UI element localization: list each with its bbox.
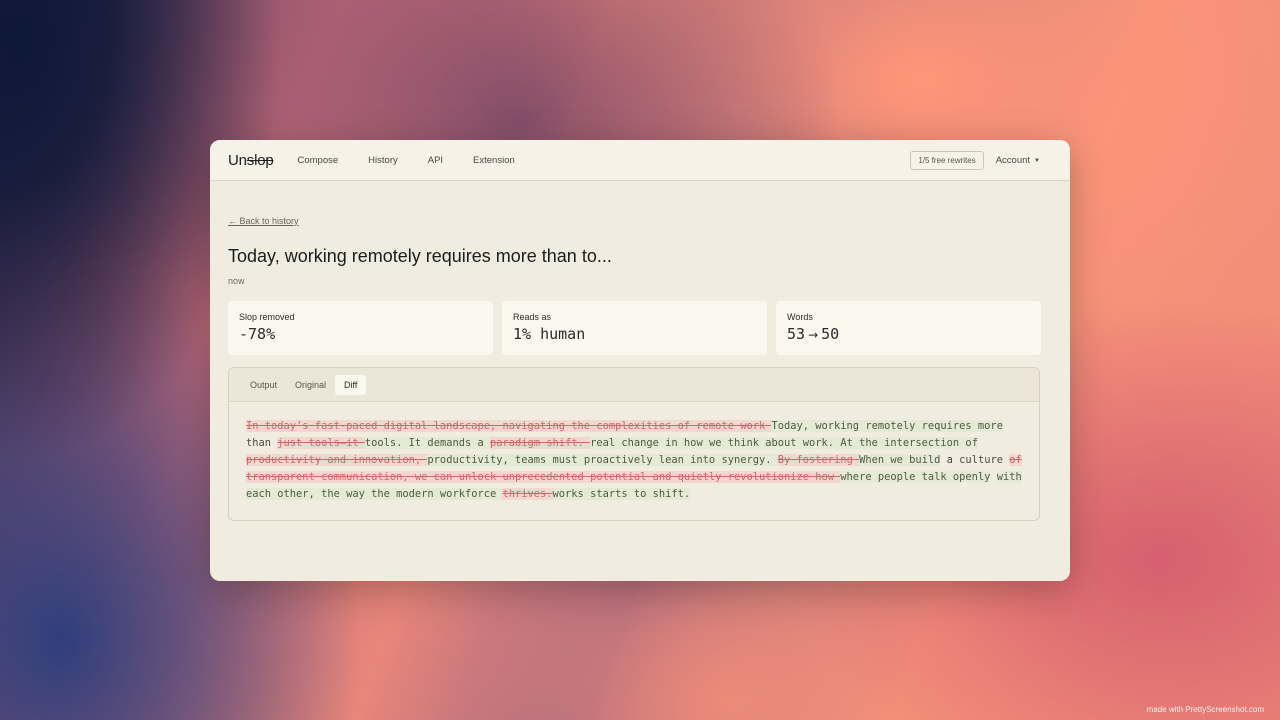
main-content: ← Back to history Today, working remotel… — [210, 181, 1070, 521]
page-title: Today, working remotely requires more th… — [228, 246, 612, 266]
result-panel: Output Original Diff In today’s fast-pac… — [228, 367, 1040, 521]
stat-label: Reads as — [513, 312, 552, 322]
logo-struck: slop — [246, 151, 274, 169]
diff-insertion: Today, working remotely requires more — [771, 420, 1003, 432]
top-nav: Unslop Compose History API Extension 1/5… — [210, 140, 1070, 181]
account-label: Account — [995, 154, 1031, 166]
account-menu[interactable]: Account ▼ — [996, 155, 1040, 166]
tab-original[interactable]: Original — [286, 375, 335, 395]
stat-card-reads-as: Reads as 1% human — [502, 301, 767, 355]
diff-text: In today’s fast-paced digital landscape,… — [229, 402, 1039, 503]
stat-label: Words — [787, 312, 813, 322]
nav-link-extension[interactable]: Extension — [473, 155, 515, 166]
diff-insertion: When we build — [859, 454, 941, 466]
diff-unchanged — [990, 471, 996, 483]
diff-unchanged: than — [246, 437, 278, 449]
chevron-down-icon: ▼ — [1034, 157, 1040, 164]
nav-link-history[interactable]: History — [368, 155, 398, 166]
nav-link-compose[interactable]: Compose — [298, 155, 339, 166]
free-rewrites-badge: 1/5 free rewrites — [910, 150, 984, 170]
diff-deletion: just tools—it — [277, 437, 365, 449]
diff-unchanged: a culture — [940, 454, 1010, 466]
nav-right: 1/5 free rewrites Account ▼ — [910, 150, 1052, 170]
tab-diff[interactable]: Diff — [335, 374, 367, 395]
diff-deletion: thrives. — [502, 488, 553, 500]
logo[interactable]: Unslop — [228, 152, 274, 169]
diff-insertion: tools. It demands a — [364, 437, 490, 449]
stat-value: 1% human — [513, 325, 586, 343]
stat-label: Slop removed — [239, 312, 295, 322]
diff-insertion: where people talk openly — [840, 471, 991, 483]
diff-insertion: productivity, teams must proactively lea… — [427, 454, 778, 466]
diff-insertion: works starts to shift. — [552, 488, 691, 500]
logo-plain: Un — [228, 151, 247, 169]
words-before: 53 — [787, 325, 806, 343]
diff-deletion: paradigm shift. — [490, 437, 591, 449]
stat-card-slop-removed: Slop removed -78% — [228, 301, 493, 355]
words-after: 50 — [821, 325, 840, 343]
nav-link-api[interactable]: API — [428, 155, 443, 166]
stat-value: -78% — [239, 325, 276, 343]
app-window: Unslop Compose History API Extension 1/5… — [210, 140, 1070, 581]
watermark: made with PrettyScreenshot.com — [1146, 705, 1264, 714]
tab-output[interactable]: Output — [241, 375, 286, 395]
diff-deletion: By fostering — [777, 454, 860, 466]
view-tabs: Output Original Diff — [229, 368, 1039, 402]
stat-value: 53 → 50 — [787, 325, 1030, 343]
timestamp: now — [228, 276, 245, 286]
stat-card-words: Words 53 → 50 — [776, 301, 1041, 355]
arrow-right-icon: → — [808, 328, 819, 342]
diff-deletion: productivity and innovation, — [246, 454, 428, 466]
stats-row: Slop removed -78% Reads as 1% human Word… — [228, 301, 1052, 355]
back-to-history-link[interactable]: ← Back to history — [228, 216, 299, 226]
diff-insertion: real change in how we think about work. … — [590, 437, 978, 449]
diff-deletion: In today’s fast-paced digital landscape,… — [246, 420, 772, 432]
